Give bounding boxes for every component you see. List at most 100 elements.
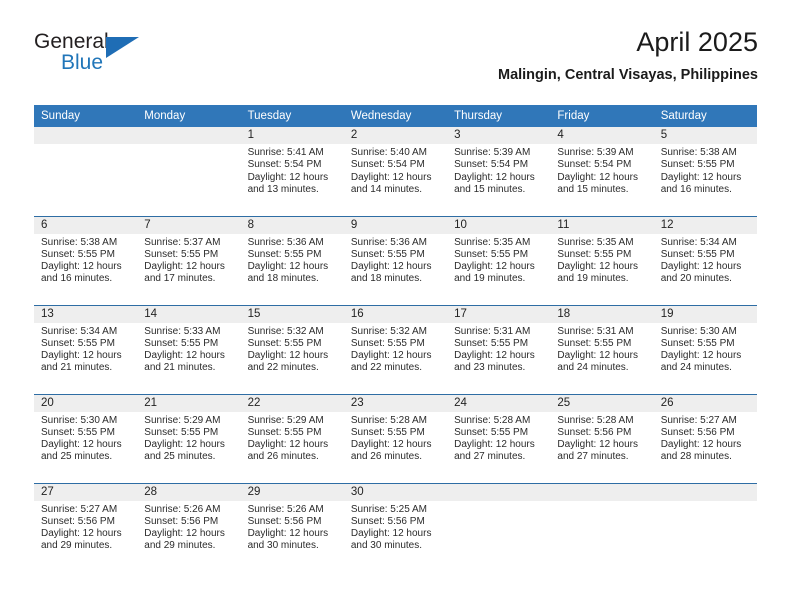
column-header-friday: Friday	[550, 105, 654, 127]
calendar-day-cell[interactable]: 25 Sunrise: 5:28 AM Sunset: 5:56 PM Dayligh…	[550, 393, 654, 483]
daylight-text: Daylight: 12 hours and 16 minutes.	[41, 261, 122, 285]
day-cell-details: Sunrise: 5:32 AM Sunset: 5:55 PM Daylight:…	[344, 323, 447, 375]
page-subtitle: Malingin, Central Visayas, Philippines	[497, 67, 758, 83]
sunrise-text: Sunrise: 5:25 AM	[350, 503, 427, 515]
sunrise-text: Sunrise: 5:36 AM	[350, 236, 427, 248]
calendar-day-cell[interactable]: 17 Sunrise: 5:31 AM Sunset: 5:55 PM Dayligh…	[447, 304, 551, 394]
sunset-text: Sunset: 5:54 PM	[247, 159, 322, 171]
day-number: 1	[240, 127, 344, 144]
day-number: 14	[137, 305, 241, 323]
calendar-day-cell-empty	[447, 482, 551, 572]
calendar-day-cell[interactable]: 14 Sunrise: 5:33 AM Sunset: 5:55 PM Dayligh…	[137, 304, 241, 394]
calendar-day-cell-empty	[550, 482, 654, 572]
calendar-day-cell[interactable]: 23 Sunrise: 5:28 AM Sunset: 5:55 PM Dayligh…	[343, 393, 448, 483]
day-cell-inner: 6 Sunrise: 5:38 AM Sunset: 5:55 PM Daylight…	[34, 216, 138, 305]
calendar-day-cell[interactable]: 24 Sunrise: 5:28 AM Sunset: 5:55 PM Dayligh…	[447, 393, 551, 483]
calendar-day-cell[interactable]: 6 Sunrise: 5:38 AM Sunset: 5:55 PM Daylight…	[34, 215, 138, 305]
calendar-day-cell[interactable]: 1 Sunrise: 5:41 AM Sunset: 5:54 PM Daylight…	[240, 127, 344, 216]
calendar-day-cell-empty	[653, 482, 757, 572]
column-header-saturday: Saturday	[653, 105, 757, 127]
sunset-text: Sunset: 5:54 PM	[454, 159, 529, 171]
daylight-text: Daylight: 12 hours and 15 minutes.	[454, 171, 535, 195]
day-cell-details: Sunrise: 5:39 AM Sunset: 5:54 PM Daylight:…	[550, 144, 653, 196]
sunrise-text: Sunrise: 5:26 AM	[144, 503, 221, 515]
calendar-day-cell[interactable]: 2 Sunrise: 5:40 AM Sunset: 5:54 PM Daylight…	[343, 127, 448, 216]
calendar-day-cell[interactable]: 8 Sunrise: 5:36 AM Sunset: 5:55 PM Daylight…	[240, 215, 344, 305]
calendar-day-cell[interactable]: 12 Sunrise: 5:34 AM Sunset: 5:55 PM Dayligh…	[653, 215, 757, 305]
calendar-day-cell[interactable]: 11 Sunrise: 5:35 AM Sunset: 5:55 PM Dayligh…	[550, 215, 654, 305]
day-cell-inner: 19 Sunrise: 5:30 AM Sunset: 5:55 PM Dayligh…	[653, 305, 757, 394]
general-blue-logo[interactable]: General Blue	[34, 30, 154, 80]
sunset-text: Sunset: 5:56 PM	[144, 515, 219, 527]
calendar-day-cell[interactable]: 15 Sunrise: 5:32 AM Sunset: 5:55 PM Dayligh…	[240, 304, 344, 394]
day-cell-details: Sunrise: 5:34 AM Sunset: 5:55 PM Daylight:…	[654, 234, 757, 286]
day-cell-inner: 14 Sunrise: 5:33 AM Sunset: 5:55 PM Dayligh…	[137, 305, 241, 394]
sunset-text: Sunset: 5:55 PM	[557, 248, 632, 260]
sunset-text: Sunset: 5:56 PM	[557, 426, 632, 438]
sunset-text: Sunset: 5:55 PM	[247, 337, 322, 349]
day-cell-details: Sunrise: 5:36 AM Sunset: 5:55 PM Daylight:…	[344, 234, 447, 286]
day-cell-inner: 30 Sunrise: 5:25 AM Sunset: 5:56 PM Dayligh…	[343, 483, 448, 573]
day-cell-inner: 29 Sunrise: 5:26 AM Sunset: 5:56 PM Dayligh…	[240, 483, 344, 573]
calendar-day-cell[interactable]: 18 Sunrise: 5:31 AM Sunset: 5:55 PM Dayligh…	[550, 304, 654, 394]
sunset-text: Sunset: 5:55 PM	[350, 337, 425, 349]
title-block: April 2025 Malingin, Central Visayas, Ph…	[498, 26, 758, 84]
day-cell-inner: 7 Sunrise: 5:37 AM Sunset: 5:55 PM Daylight…	[137, 216, 241, 305]
calendar-day-cell[interactable]: 20 Sunrise: 5:30 AM Sunset: 5:55 PM Dayligh…	[34, 393, 138, 483]
daylight-text: Daylight: 12 hours and 15 minutes.	[557, 171, 639, 195]
calendar-day-cell[interactable]: 30 Sunrise: 5:25 AM Sunset: 5:56 PM Dayligh…	[343, 482, 448, 573]
calendar-day-cell[interactable]: 4 Sunrise: 5:39 AM Sunset: 5:54 PM Daylight…	[550, 127, 654, 216]
calendar-header-row: Sunday Monday Tuesday Wednesday Thursday…	[34, 105, 757, 127]
day-cell-details: Sunrise: 5:34 AM Sunset: 5:55 PM Daylight:…	[34, 323, 137, 375]
calendar-day-cell[interactable]: 5 Sunrise: 5:38 AM Sunset: 5:55 PM Daylight…	[653, 127, 757, 216]
day-number: 28	[137, 483, 241, 501]
day-cell-details: Sunrise: 5:39 AM Sunset: 5:54 PM Daylight:…	[447, 144, 550, 196]
day-number: 23	[343, 394, 448, 412]
sunrise-text: Sunrise: 5:36 AM	[247, 236, 324, 248]
sunrise-text: Sunrise: 5:27 AM	[41, 503, 118, 515]
calendar-day-cell[interactable]: 3 Sunrise: 5:39 AM Sunset: 5:54 PM Daylight…	[447, 127, 551, 216]
calendar-day-cell[interactable]: 26 Sunrise: 5:27 AM Sunset: 5:56 PM Dayligh…	[653, 393, 757, 483]
day-cell-inner: 22 Sunrise: 5:29 AM Sunset: 5:55 PM Dayligh…	[240, 394, 344, 483]
sunrise-text: Sunrise: 5:33 AM	[144, 325, 221, 337]
daylight-text: Daylight: 12 hours and 19 minutes.	[557, 261, 639, 285]
day-cell-inner: 3 Sunrise: 5:39 AM Sunset: 5:54 PM Daylight…	[447, 127, 551, 216]
calendar-day-cell[interactable]: 13 Sunrise: 5:34 AM Sunset: 5:55 PM Dayligh…	[34, 304, 138, 394]
day-number: 20	[34, 394, 138, 412]
sunrise-text: Sunrise: 5:31 AM	[454, 325, 531, 337]
day-number: 13	[34, 305, 138, 323]
calendar-day-cell[interactable]: 10 Sunrise: 5:35 AM Sunset: 5:55 PM Dayligh…	[447, 215, 551, 305]
day-cell-details: Sunrise: 5:27 AM Sunset: 5:56 PM Daylight:…	[654, 412, 757, 464]
daylight-text: Daylight: 12 hours and 30 minutes.	[247, 528, 329, 552]
calendar-day-cell[interactable]: 27 Sunrise: 5:27 AM Sunset: 5:56 PM Dayligh…	[34, 482, 138, 572]
column-header-monday: Monday	[137, 105, 241, 127]
sunrise-text: Sunrise: 5:26 AM	[247, 503, 324, 515]
daylight-text: Daylight: 12 hours and 22 minutes.	[350, 350, 432, 374]
sunrise-text: Sunrise: 5:28 AM	[557, 414, 634, 426]
daylight-text: Daylight: 12 hours and 26 minutes.	[247, 439, 329, 463]
day-number: 4	[550, 127, 654, 144]
day-number: 15	[240, 305, 344, 323]
calendar-day-cell[interactable]: 21 Sunrise: 5:29 AM Sunset: 5:55 PM Dayligh…	[137, 393, 241, 483]
day-cell-details: Sunrise: 5:37 AM Sunset: 5:55 PM Daylight:…	[137, 234, 240, 286]
calendar-day-cell[interactable]: 9 Sunrise: 5:36 AM Sunset: 5:55 PM Daylight…	[343, 215, 448, 305]
calendar-day-cell[interactable]: 16 Sunrise: 5:32 AM Sunset: 5:55 PM Dayligh…	[343, 304, 448, 394]
sunset-text: Sunset: 5:56 PM	[660, 426, 735, 438]
sunset-text: Sunset: 5:55 PM	[144, 426, 219, 438]
day-cell-details: Sunrise: 5:30 AM Sunset: 5:55 PM Daylight:…	[34, 412, 137, 464]
page-header: General Blue April 2025 Malingin, Centra…	[34, 26, 758, 98]
calendar-day-cell[interactable]: 22 Sunrise: 5:29 AM Sunset: 5:55 PM Dayligh…	[240, 393, 344, 483]
day-number	[653, 483, 757, 501]
daylight-text: Daylight: 12 hours and 24 minutes.	[557, 350, 639, 374]
column-header-wednesday: Wednesday	[343, 105, 448, 127]
daylight-text: Daylight: 12 hours and 24 minutes.	[660, 350, 742, 374]
daylight-text: Daylight: 12 hours and 19 minutes.	[454, 261, 535, 285]
calendar-day-cell[interactable]: 19 Sunrise: 5:30 AM Sunset: 5:55 PM Dayligh…	[653, 304, 757, 394]
calendar-day-cell[interactable]: 28 Sunrise: 5:26 AM Sunset: 5:56 PM Dayligh…	[137, 482, 241, 572]
day-cell-inner: 21 Sunrise: 5:29 AM Sunset: 5:55 PM Dayligh…	[137, 394, 241, 483]
calendar-day-cell[interactable]: 29 Sunrise: 5:26 AM Sunset: 5:56 PM Dayligh…	[240, 482, 344, 573]
calendar-day-cell[interactable]: 7 Sunrise: 5:37 AM Sunset: 5:55 PM Daylight…	[137, 215, 241, 305]
day-cell-details: Sunrise: 5:38 AM Sunset: 5:55 PM Daylight:…	[34, 234, 137, 286]
day-cell-details: Sunrise: 5:25 AM Sunset: 5:56 PM Daylight:…	[344, 501, 447, 553]
day-cell-inner: 8 Sunrise: 5:36 AM Sunset: 5:55 PM Daylight…	[240, 216, 344, 305]
